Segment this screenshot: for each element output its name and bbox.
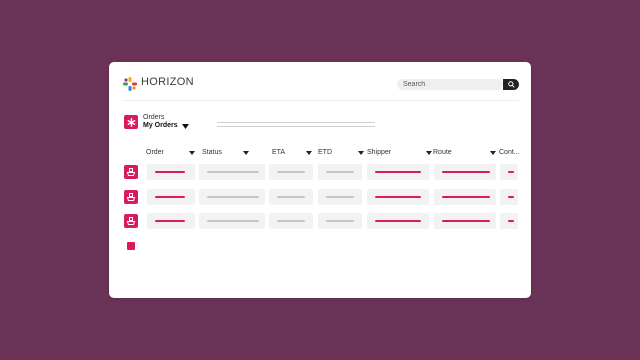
pinwheel-logo-icon xyxy=(123,77,137,91)
column-header-label: ETA xyxy=(272,149,286,156)
brand-name: HORIZON xyxy=(141,76,194,88)
asterisk-icon xyxy=(124,115,138,129)
column-header-label: Cont... xyxy=(499,149,520,156)
cell-placeholder-bar xyxy=(508,220,514,222)
sort-caret-icon[interactable] xyxy=(358,151,364,155)
cell-placeholder-bar xyxy=(375,220,421,222)
top-bar: HORIZON xyxy=(109,62,531,102)
sort-caret-icon[interactable] xyxy=(426,151,432,155)
page-title: Orders xyxy=(143,114,165,121)
cell-placeholder-bar xyxy=(277,196,305,198)
table-cell[interactable] xyxy=(318,213,362,229)
table-cell[interactable] xyxy=(269,164,313,180)
ship-icon xyxy=(124,214,138,228)
cell-placeholder-bar xyxy=(375,171,421,173)
table-cell[interactable] xyxy=(199,164,265,180)
search-input[interactable] xyxy=(397,79,503,90)
table-cell[interactable] xyxy=(269,213,313,229)
table-cell[interactable] xyxy=(500,213,518,229)
view-selector[interactable]: My Orders xyxy=(143,122,178,129)
ship-icon xyxy=(124,165,138,179)
table-cell[interactable] xyxy=(367,213,429,229)
table-cell[interactable] xyxy=(147,164,195,180)
filter-placeholder-line xyxy=(217,126,375,127)
cell-placeholder-bar xyxy=(442,196,490,198)
cell-placeholder-bar xyxy=(277,220,305,222)
column-header-label: Route xyxy=(433,149,452,156)
table-cell[interactable] xyxy=(367,164,429,180)
cell-placeholder-bar xyxy=(442,171,490,173)
cell-placeholder-bar xyxy=(277,171,305,173)
cell-placeholder-bar xyxy=(508,196,514,198)
sort-caret-icon[interactable] xyxy=(306,151,312,155)
table-cell[interactable] xyxy=(269,189,313,205)
column-header-label: Order xyxy=(146,149,164,156)
ship-icon xyxy=(124,190,138,204)
cell-placeholder-bar xyxy=(207,196,259,198)
cell-placeholder-bar xyxy=(508,171,514,173)
table-cell[interactable] xyxy=(318,164,362,180)
search-icon xyxy=(507,81,515,88)
header-divider xyxy=(123,100,519,101)
table-cell[interactable] xyxy=(434,164,496,180)
cell-placeholder-bar xyxy=(442,220,490,222)
cell-placeholder-bar xyxy=(207,220,259,222)
cell-placeholder-bar xyxy=(155,220,185,222)
filter-placeholder-line xyxy=(217,122,375,123)
table-cell[interactable] xyxy=(199,213,265,229)
cell-placeholder-bar xyxy=(155,171,185,173)
table-cell[interactable] xyxy=(434,213,496,229)
sort-caret-icon[interactable] xyxy=(243,151,249,155)
cell-placeholder-bar xyxy=(207,171,259,173)
add-row-button[interactable] xyxy=(127,242,135,250)
table-cell[interactable] xyxy=(147,213,195,229)
table-cell[interactable] xyxy=(500,189,518,205)
table-cell[interactable] xyxy=(199,189,265,205)
cell-placeholder-bar xyxy=(155,196,185,198)
column-header-label: Shipper xyxy=(367,149,392,156)
table-cell[interactable] xyxy=(318,189,362,205)
cell-placeholder-bar xyxy=(375,196,421,198)
chevron-down-icon[interactable] xyxy=(182,124,189,129)
cell-placeholder-bar xyxy=(326,196,354,198)
table-cell[interactable] xyxy=(434,189,496,205)
column-header-label: ETD xyxy=(318,149,332,156)
table-cell[interactable] xyxy=(147,189,195,205)
table-cell[interactable] xyxy=(500,164,518,180)
sort-caret-icon[interactable] xyxy=(490,151,496,155)
app-window: HORIZON Orders My Orders Order Status ETA E… xyxy=(109,62,531,298)
search-button[interactable] xyxy=(503,79,519,90)
cell-placeholder-bar xyxy=(326,220,354,222)
column-header-label: Status xyxy=(202,149,222,156)
sort-caret-icon[interactable] xyxy=(189,151,195,155)
cell-placeholder-bar xyxy=(326,171,354,173)
table-cell[interactable] xyxy=(367,189,429,205)
